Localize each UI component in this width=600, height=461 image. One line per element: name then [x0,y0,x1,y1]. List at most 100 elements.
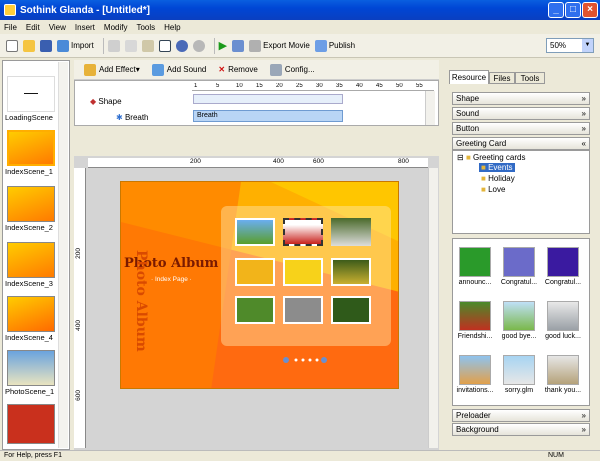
section-greeting-card[interactable]: Greeting Card « [452,137,590,150]
gallery-item[interactable]: thank you... [543,355,583,394]
gallery-item[interactable]: sorry.glm [499,355,539,394]
play-icon[interactable]: ▶ [219,37,227,55]
import-button[interactable]: Import [57,37,94,55]
gallery-item[interactable]: good bye... [499,301,539,340]
cut-icon[interactable] [107,37,120,55]
gallery-thumbnail [547,355,579,385]
gallery-item[interactable]: Congratul... [499,247,539,286]
remove-button[interactable]: ✕ Remove [218,65,258,74]
breath-effect-bar[interactable]: Breath [193,110,343,122]
redo-icon[interactable] [192,37,205,55]
maximize-button[interactable]: □ [565,2,581,18]
export-movie-button[interactable]: Export Movie [249,37,310,55]
app-icon [4,4,16,16]
menu-edit[interactable]: Edit [26,23,40,32]
gallery-item[interactable]: invitations... [455,355,495,394]
menu-insert[interactable]: Insert [75,23,95,32]
gallery-thumbnail [547,247,579,277]
effect-icon [84,63,96,76]
tree-item-love[interactable]: ■ Love [481,185,505,194]
timeline-scrollbar[interactable] [425,91,435,125]
config-button[interactable]: Config... [269,63,315,76]
scene-item[interactable]: IndexScene_3 [5,242,57,288]
minimize-button[interactable]: _ [548,2,564,18]
scene-label: IndexScene_1 [5,167,53,176]
scene-item[interactable]: — LoadingScene [5,76,57,122]
effect-icon: ✱ [116,113,123,122]
chevron-down-icon: » [581,411,586,420]
album-subtitle: · Index Page · [151,276,192,283]
scene-thumbnail [7,242,55,278]
section-shape[interactable]: Shape» [452,92,590,105]
section-button[interactable]: Button» [452,122,590,135]
menu-file[interactable]: File [4,23,17,32]
folder-icon: ■ [481,163,486,172]
tree-item-events[interactable]: ■ Events [479,163,515,172]
photo-thumb[interactable] [283,296,323,324]
photo-thumb[interactable] [235,296,275,324]
close-button[interactable]: × [582,2,598,18]
menu-tools[interactable]: Tools [136,23,155,32]
tree-item-holiday[interactable]: ■ Holiday [481,174,515,183]
scene-scrollbar[interactable] [58,62,68,448]
scene-item[interactable]: IndexScene_4 [5,296,57,342]
gallery-item[interactable]: Congratul... [543,247,583,286]
tab-resource[interactable]: Resource [449,70,489,84]
copy-icon[interactable] [124,37,137,55]
chevron-up-icon: « [581,139,586,148]
publish-button[interactable]: Publish [314,37,355,55]
photo-thumb[interactable] [235,258,275,286]
gallery-item[interactable]: good luck... [543,301,583,340]
menu-modify[interactable]: Modify [104,23,128,32]
timeline-ruler: 1 5 10 15 20 25 30 35 40 45 50 55 [192,83,434,91]
photo-thumb[interactable] [331,296,371,324]
shape-track[interactable] [193,94,343,104]
gallery-thumbnail [459,355,491,385]
save-icon[interactable] [40,37,52,55]
tab-files[interactable]: Files [489,72,515,84]
scene-item[interactable]: PhotoScene_1 [5,350,57,396]
add-sound-button[interactable]: Add Sound [151,63,206,76]
zoom-select[interactable]: 50% ▼ [546,38,594,53]
shape-icon: ◆ [90,97,97,106]
photo-thumb[interactable] [331,258,371,286]
section-background[interactable]: Background» [452,423,590,436]
page-dots[interactable] [283,356,327,363]
publish-icon [314,39,327,52]
gallery-item[interactable]: announc... [455,247,495,286]
title-bar: Sothink Glanda - [Untitled*] _ □ × [0,0,600,20]
scene-item[interactable]: IndexScene_2 [5,186,57,232]
scene-thumbnail [7,350,55,386]
new-icon[interactable] [6,37,18,55]
tree-root[interactable]: ⊟ ■ Greeting cards [457,153,525,162]
section-preloader[interactable]: Preloader» [452,409,590,422]
tab-tools[interactable]: Tools [515,72,545,84]
folder-icon: ■ [481,174,486,183]
scene-thumbnail: — [7,76,55,112]
canvas-scrollbar[interactable] [428,168,438,448]
scene-item[interactable] [5,404,57,444]
open-icon[interactable] [23,37,35,55]
paste-icon[interactable] [141,37,154,55]
scene-item[interactable]: IndexScene_1 [5,130,57,176]
photo-thumb[interactable] [283,258,323,286]
add-effect-button[interactable]: Add Effect ▾ [84,63,140,76]
effect-breath[interactable]: ✱ Breath [116,113,149,122]
preview-icon[interactable] [232,37,245,55]
horizontal-ruler: 200 400 600 800 [88,158,428,168]
separator [213,37,215,54]
menu-help[interactable]: Help [164,23,180,32]
section-sound[interactable]: Sound» [452,107,590,120]
undo-icon[interactable] [175,37,188,55]
expand-icon: ⊟ [457,153,464,162]
gallery-item[interactable]: Friendshi... [455,301,495,340]
scene-label: LoadingScene [5,113,53,122]
menu-view[interactable]: View [49,23,66,32]
chevron-down-icon: » [581,109,586,118]
photo-thumb[interactable] [331,218,371,246]
text-tool-icon[interactable] [158,37,171,55]
photo-thumb[interactable] [235,218,275,246]
chevron-down-icon: » [581,425,586,434]
layer-shape[interactable]: ◆ Shape [90,97,122,106]
photo-thumb-selected[interactable] [283,218,323,246]
